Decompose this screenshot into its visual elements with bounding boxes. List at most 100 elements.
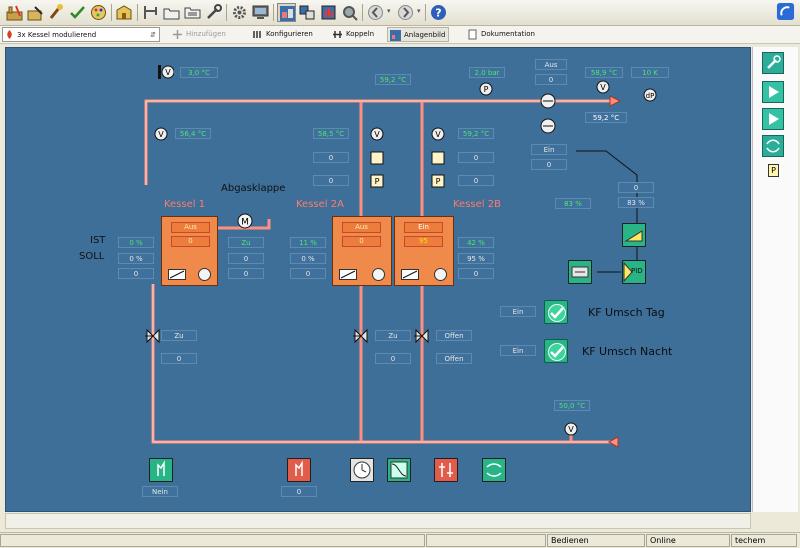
check-mark-icon (550, 346, 564, 358)
play-icon (769, 113, 779, 125)
boiler1-extra: 0 (118, 268, 154, 279)
switch-button[interactable] (482, 458, 506, 482)
pid-controller-button[interactable]: PID (622, 260, 646, 284)
pid-ein-state: Ein (531, 144, 567, 155)
play-icon (769, 86, 779, 98)
factory-icon[interactable] (5, 3, 24, 22)
tools-icon[interactable] (204, 3, 223, 22)
gear-icon[interactable] (230, 3, 249, 22)
plant-view-icon[interactable] (277, 3, 296, 22)
edit-plant-icon[interactable] (26, 3, 45, 22)
svg-text:V: V (435, 130, 441, 139)
pump-1-icon[interactable] (540, 93, 556, 109)
kf-tag-checkbox[interactable] (544, 300, 568, 324)
couple-button[interactable]: Koppeln (330, 27, 374, 42)
plant-image-icon (390, 30, 401, 41)
monitor-icon[interactable] (251, 3, 270, 22)
clock-button[interactable] (350, 458, 374, 482)
pid-ein-value: 0 (531, 159, 567, 170)
edit-tool-button[interactable] (762, 52, 784, 74)
status-bar: Bedienen Online techem (0, 532, 800, 548)
boiler2a-pressure-icon: P (370, 174, 384, 188)
back-dropdown-icon[interactable]: ▾ (387, 8, 392, 15)
boiler2a-value: 0 (342, 236, 381, 247)
documentation-tab[interactable]: Dokumentation (465, 27, 535, 42)
add-button[interactable]: Hinzufügen (170, 27, 226, 42)
boiler2a-label: Kessel 2A (296, 199, 344, 210)
curve-button[interactable] (387, 458, 411, 482)
boiler1-valve-icon[interactable] (145, 328, 161, 344)
hand-mode-icon (295, 460, 303, 476)
parameter-icon[interactable]: P (768, 164, 779, 177)
configure-button[interactable]: Konfigurieren (250, 27, 313, 42)
kf-tag-label: KF Umsch Tag (588, 306, 665, 319)
svg-text:?: ? (435, 7, 441, 20)
status-user: techem (731, 534, 797, 547)
outdoor-sensor-icon: V (158, 65, 174, 79)
pump-2-icon[interactable] (540, 118, 556, 134)
boiler2b-valve-state: Offen (436, 330, 472, 341)
pid-ramp-button[interactable] (622, 223, 646, 247)
palette-icon[interactable] (89, 3, 108, 22)
hand-mode-red-button[interactable] (287, 458, 311, 482)
app-logo-icon (776, 2, 796, 22)
boiler-2a[interactable]: Aus 0 (332, 216, 392, 286)
boiler-2b[interactable]: Ein 95 (394, 216, 454, 286)
cycle-button[interactable] (762, 135, 784, 157)
boiler2a-value2: 0 (313, 175, 349, 186)
boiler2b-burner-icon (434, 268, 447, 281)
forward-icon[interactable] (396, 3, 415, 22)
play-button-1[interactable] (762, 81, 784, 103)
boiler2b-switch-icon (431, 151, 445, 165)
boiler2a-sensor-icon: V (370, 127, 384, 141)
pid-label: PID (631, 267, 643, 275)
pid-display-button[interactable] (568, 260, 592, 284)
boiler1-aux-value2: 0 (228, 268, 264, 279)
folder-tree-icon[interactable] (183, 3, 202, 22)
plant-image-tab[interactable]: Anlagenbild (387, 27, 449, 42)
limit-button[interactable] (434, 458, 458, 482)
boiler1-state: Aus (171, 222, 210, 233)
search-gear-icon[interactable] (340, 3, 359, 22)
switch-icon (486, 463, 502, 477)
play-button-2[interactable] (762, 108, 784, 130)
kf-nacht-label: KF Umsch Nacht (582, 345, 673, 358)
pump-value: 0 (535, 74, 567, 85)
svg-text:P: P (484, 85, 489, 94)
back-icon[interactable] (366, 3, 385, 22)
pipe-icon[interactable] (141, 3, 160, 22)
kf-nacht-checkbox[interactable] (544, 339, 568, 363)
check-icon[interactable] (68, 3, 87, 22)
plant-selector[interactable]: 3x Kessel modulierend ⇵ (2, 27, 160, 42)
folder-icon[interactable] (162, 3, 181, 22)
boiler-1[interactable]: Aus 0 (161, 216, 218, 286)
plant-selector-bar: 3x Kessel modulierend ⇵ Hinzufügen Konfi… (0, 26, 800, 44)
brush-icon[interactable] (47, 3, 66, 22)
boiler2a-valve-icon[interactable] (353, 328, 369, 344)
help-icon[interactable]: ? (429, 3, 448, 22)
document-icon (467, 29, 478, 40)
flow-sensor-icon: V (596, 80, 610, 94)
compare-icon[interactable] (298, 3, 317, 22)
boiler2b-valve-icon[interactable] (414, 328, 430, 344)
plant-canvas: V 3,0 °C 59,2 °C 2,0 bar P Aus 0 58,9 °C… (5, 47, 751, 512)
hand-icon[interactable] (319, 3, 338, 22)
pump-state: Aus (535, 59, 567, 70)
flap-label: Abgasklappe (221, 183, 286, 194)
hand-mode-green-button[interactable] (149, 458, 173, 482)
horizontal-scrollbar[interactable] (5, 513, 751, 529)
boiler1-sensor-icon: V (154, 127, 168, 141)
boiler1-ramp-icon (168, 269, 186, 280)
forward-dropdown-icon[interactable]: ▾ (417, 8, 422, 15)
kf-tag-state: Ein (500, 306, 536, 317)
flap-motor-icon[interactable]: M (237, 213, 253, 229)
boiler2b-soll: 95 % (458, 253, 494, 264)
right-tool-panel: P (752, 47, 798, 512)
boiler2b-valve-value: Offen (436, 353, 472, 364)
documentation-label: Dokumentation (481, 30, 535, 38)
pid-pct: 83 % (618, 197, 654, 208)
boiler1-valve-small: Zu (228, 237, 264, 248)
boiler1-ist: 0 % (118, 237, 154, 248)
boiler2b-pressure-icon: P (431, 174, 445, 188)
building-icon[interactable] (115, 3, 134, 22)
